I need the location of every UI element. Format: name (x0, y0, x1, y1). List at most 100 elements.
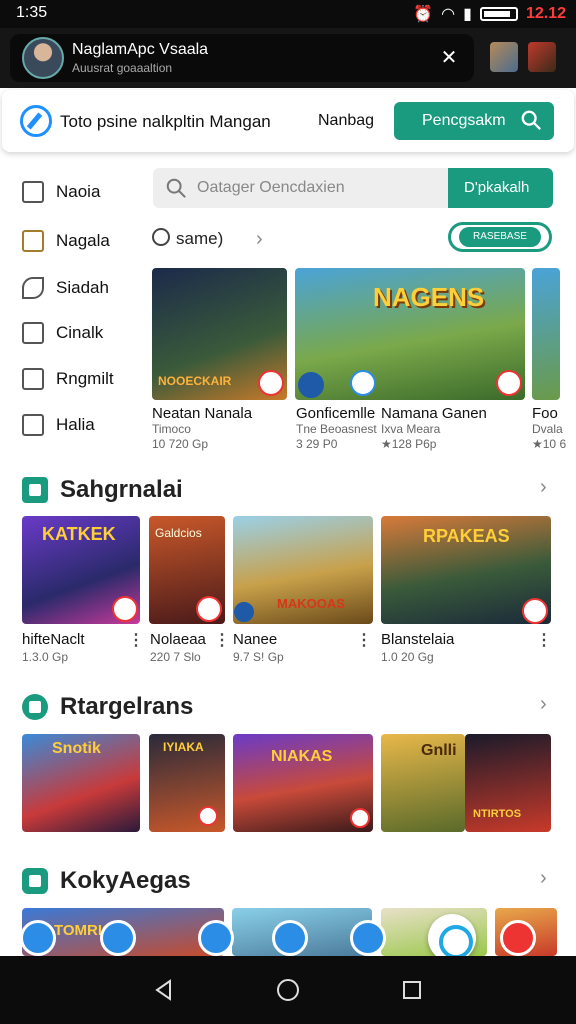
featured-title: Foo (532, 405, 558, 422)
sidebar-item-5[interactable]: Halia (22, 412, 132, 440)
card-art-text: NIAKAS (271, 748, 333, 765)
search-input[interactable]: Oatager Oencdaxien (153, 168, 449, 208)
sidebar-item-0[interactable]: Naoia (22, 179, 132, 207)
back-icon[interactable] (152, 978, 176, 1002)
chat-icon (22, 322, 44, 344)
profile-name: NaglamApc Vsaala (72, 41, 209, 58)
game-meta: 1.3.0 Gp (22, 650, 69, 664)
signal-icon: ▮ (463, 6, 472, 23)
card-art-text: RPAKEAS (423, 526, 510, 546)
filter-label: same) (176, 229, 224, 248)
game-card[interactable]: MAKOOAS (233, 516, 373, 624)
location-icon[interactable] (198, 920, 234, 956)
game-title: Blanstelaia (381, 631, 455, 648)
game-badge-icon (112, 596, 138, 622)
recents-icon[interactable] (400, 978, 424, 1002)
game-badge-icon (196, 596, 222, 622)
game-title: Nolaeaa (150, 631, 206, 648)
game-title: Nanee (233, 631, 278, 648)
more-options-icon[interactable]: ⋮ (214, 630, 230, 650)
sidebar-item-2[interactable]: Siadah (22, 275, 132, 303)
section-icon (22, 868, 48, 894)
status-bar: 1:35 ⏰ ◠ ▮ 12.12 (0, 0, 576, 28)
header-link[interactable]: Nanbag (318, 112, 374, 130)
card-art-text: NAGENS (373, 282, 485, 312)
card-art-text: IYIAKA (163, 740, 204, 754)
heart-icon[interactable] (500, 920, 536, 956)
search-icon (166, 178, 186, 198)
wifi-icon: ◠ (441, 6, 456, 23)
featured-meta: 10 720 Gp (152, 437, 209, 451)
chevron-right-icon[interactable]: › (540, 693, 547, 716)
game-meta: 220 7 Slo (150, 650, 201, 664)
more-options-icon[interactable]: ⋮ (536, 630, 552, 650)
chevron-right-icon[interactable]: › (540, 867, 547, 890)
featured-title: Neatan Nanala (152, 405, 253, 422)
more-options-icon[interactable]: ⋮ (128, 630, 144, 650)
status-time: 1:35 (16, 4, 48, 21)
tv-icon[interactable] (272, 920, 308, 956)
section-icon (22, 477, 48, 503)
featured-subtitle: Tne Beoasnest (296, 422, 377, 436)
featured-card-1[interactable]: NAGENS (295, 268, 525, 400)
pencil-icon (22, 277, 44, 299)
section-title: Rtargelrans (60, 693, 194, 720)
sidebar-item-label: Naoia (56, 182, 101, 201)
game-card[interactable]: NTIRTOS (465, 734, 551, 832)
game-card[interactable]: Gnlli (381, 734, 465, 832)
app-screen: { "status_bar": {"time": "1:35", "clock"… (0, 0, 576, 1024)
app-logo-icon[interactable] (20, 105, 52, 137)
status-clock: 12.12 (525, 5, 566, 22)
avatar[interactable] (22, 37, 64, 79)
game-meta: 1.0 20 Gg (381, 650, 434, 664)
filter-toggle-button[interactable]: RASEBASE (448, 222, 552, 252)
facebook-icon (298, 372, 324, 398)
featured-card-3[interactable] (532, 268, 560, 400)
box-icon (22, 230, 44, 252)
close-icon[interactable]: ✕ (438, 48, 460, 68)
recent-app-thumb[interactable] (490, 42, 518, 72)
sidebar-item-label: Nagala (56, 231, 110, 250)
header-button-label: Pencgsakm (422, 112, 506, 129)
calendar-icon[interactable] (100, 920, 136, 956)
search-icon (152, 228, 170, 246)
card-art-text: Snotik (52, 740, 101, 757)
game-badge-icon (350, 370, 376, 396)
header-title: Toto psine nalkpltin Mangan (60, 112, 271, 131)
featured-meta: 3 29 P0 (296, 437, 338, 451)
sidebar-item-3[interactable]: Cinalk (22, 320, 132, 348)
game-card[interactable]: Snotik (22, 734, 140, 832)
chevron-right-icon[interactable]: › (540, 476, 547, 499)
header-search-button[interactable]: Pencgsakm (394, 102, 554, 140)
search-placeholder: Oatager Oencdaxien (197, 179, 345, 196)
featured-title: Gonficemlle (296, 405, 376, 422)
facebook-icon (234, 602, 254, 622)
game-badge-icon (522, 598, 548, 624)
featured-subtitle: Ixva Meara (381, 422, 441, 436)
bag-icon (22, 414, 44, 436)
sidebar-item-1[interactable]: Nagala (22, 228, 132, 256)
sidebar-item-4[interactable]: Rngmilt (22, 366, 132, 394)
card-art-text: KATKEK (42, 524, 116, 544)
filter-button-label: RASEBASE (459, 227, 541, 247)
filter-dropdown[interactable]: same) (152, 228, 223, 249)
search-button-label: D'pkakalh (464, 179, 530, 196)
profile-subtitle: Auusrat goaaaltion (72, 61, 173, 75)
assistant-fab-button[interactable] (428, 914, 476, 962)
game-title: hifteNaclt (22, 631, 85, 648)
share-icon[interactable] (20, 920, 56, 956)
folder-icon[interactable] (350, 920, 386, 956)
chevron-right-icon[interactable]: › (256, 228, 263, 251)
recent-app-thumb[interactable] (528, 42, 556, 72)
home-icon[interactable] (276, 978, 300, 1002)
featured-subtitle: Dvala (532, 422, 563, 436)
game-badge-icon (350, 808, 370, 828)
featured-title: Namana Ganen (381, 405, 487, 422)
status-icons: ⏰ ◠ ▮ 12.12 (413, 4, 566, 24)
more-options-icon[interactable]: ⋮ (356, 630, 372, 650)
card-art-text: Gnlli (421, 742, 457, 759)
section-icon (22, 694, 48, 720)
search-icon (521, 110, 541, 130)
card-art-text: NOOECKAIR (158, 374, 232, 388)
search-submit-button[interactable]: D'pkakalh (448, 168, 553, 208)
